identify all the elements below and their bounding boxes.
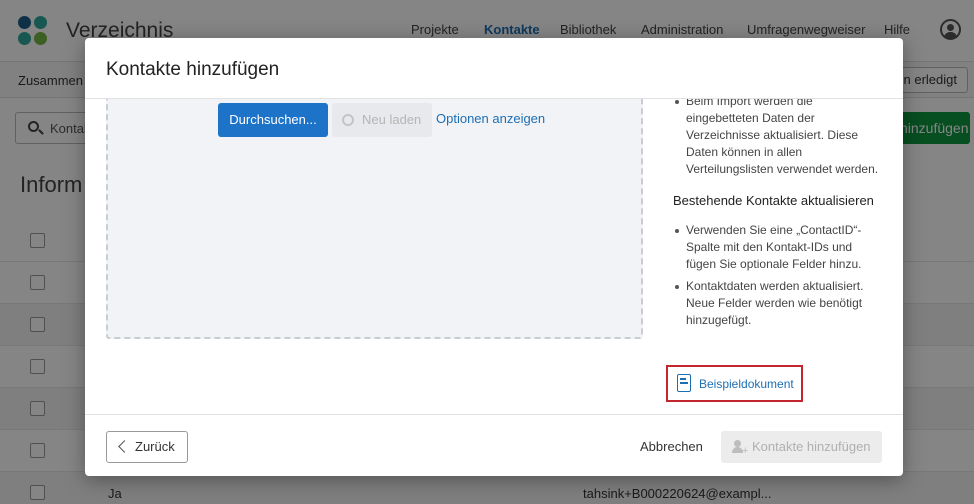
reload-button[interactable]: Neu laden <box>332 103 432 137</box>
show-options-link[interactable]: Optionen anzeigen <box>436 111 545 126</box>
document-icon <box>677 374 691 392</box>
back-label: Zurück <box>135 439 175 454</box>
reload-icon <box>342 114 354 126</box>
reload-label: Neu laden <box>362 112 422 127</box>
modal-header: Kontakte hinzufügen <box>85 38 903 99</box>
add-contacts-modal: Kontakte hinzufügen Durchsuchen... Neu l… <box>85 38 903 476</box>
back-button[interactable]: Zurück <box>106 431 188 463</box>
sample-document-link[interactable]: Beispieldokument <box>699 377 794 391</box>
cancel-button[interactable]: Abbrechen <box>640 439 703 454</box>
list-item: Verwenden Sie eine „ContactID“-Spalte mi… <box>673 222 883 273</box>
submit-label: Kontakte hinzufügen <box>752 439 871 454</box>
file-dropzone[interactable]: Durchsuchen... Neu laden Optionen anzeig… <box>106 99 643 339</box>
add-contacts-submit-button[interactable]: + Kontakte hinzufügen <box>721 431 882 463</box>
modal-footer: Zurück Abbrechen + Kontakte hinzufügen <box>85 414 903 476</box>
modal-body: Durchsuchen... Neu laden Optionen anzeig… <box>85 99 903 414</box>
browse-button[interactable]: Durchsuchen... <box>218 103 328 137</box>
modal-title: Kontakte hinzufügen <box>106 59 280 80</box>
import-info-list: Beim Import werden die eingebetteten Dat… <box>673 99 883 178</box>
update-info-list: Verwenden Sie eine „ContactID“-Spalte mi… <box>673 222 883 329</box>
add-user-icon: + <box>732 440 748 457</box>
info-panel: Beim Import werden die eingebetteten Dat… <box>673 99 883 329</box>
chevron-left-icon <box>118 440 131 453</box>
list-item: Beim Import werden die eingebetteten Dat… <box>673 99 883 178</box>
update-heading: Bestehende Kontakte aktualisieren <box>673 193 874 208</box>
sample-document-highlight[interactable]: Beispieldokument <box>666 365 803 402</box>
list-item: Kontaktdaten werden aktualisiert. Neue F… <box>673 278 883 329</box>
